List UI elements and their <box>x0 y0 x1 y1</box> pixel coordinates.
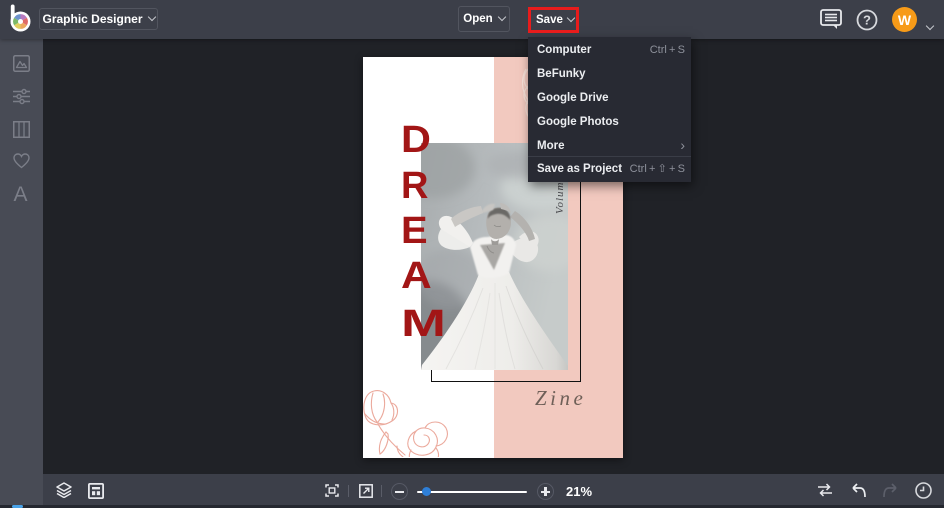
svg-text:?: ? <box>863 13 871 28</box>
